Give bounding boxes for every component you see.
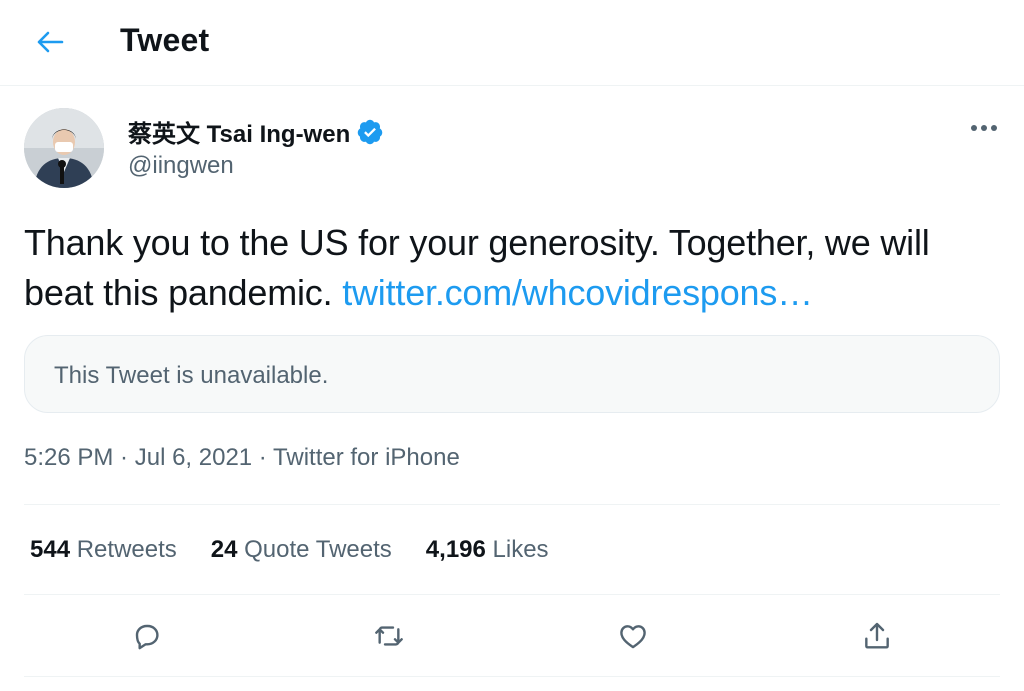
reply-button[interactable] [127, 616, 167, 656]
back-button[interactable] [30, 24, 70, 60]
quote-tweets-count: 24 [210, 536, 238, 563]
meta-separator: · [113, 444, 135, 471]
comment-icon [135, 624, 159, 650]
divider [24, 676, 1000, 677]
tweet-source[interactable]: Twitter for iPhone [273, 444, 460, 471]
quote-tweets-label: Quote Tweets [244, 536, 392, 563]
retweets-label: Retweets [76, 536, 177, 563]
like-button[interactable] [613, 616, 653, 656]
verified-badge-icon [357, 119, 383, 144]
engagement-stats: 544 Retweets 24 Quote Tweets 4,196 Likes [30, 536, 583, 564]
page-title: Tweet [120, 22, 210, 58]
tweet-time[interactable]: 5:26 PM [24, 444, 113, 471]
divider [24, 504, 1000, 505]
share-icon [865, 622, 889, 649]
likes-stat[interactable]: 4,196 Likes [426, 536, 549, 564]
tweet-metadata: 5:26 PM · Jul 6, 2021 · Twitter for iPho… [24, 444, 460, 472]
retweets-count: 544 [30, 536, 71, 563]
arrow-left-icon [37, 31, 64, 53]
retweet-icon [375, 626, 403, 646]
likes-count: 4,196 [425, 536, 486, 563]
tweet-date[interactable]: Jul 6, 2021 [135, 444, 252, 471]
author-name-label: 蔡英文 Tsai Ing-wen [128, 121, 351, 148]
more-options-button[interactable] [964, 112, 1004, 144]
quoted-tweet-card[interactable]: This Tweet is unavailable. [24, 335, 1000, 413]
retweets-stat[interactable]: 544 Retweets [30, 536, 177, 564]
meta-separator: · [252, 444, 274, 471]
tweet-text: Thank you to the US for your generosity.… [24, 218, 1004, 318]
divider [24, 594, 1000, 595]
tweet-actions [24, 616, 1000, 656]
quoted-tweet-unavailable-text: This Tweet is unavailable. [54, 362, 329, 389]
heart-icon [620, 625, 646, 649]
tweet-link[interactable]: twitter.com/whcovidrespons… [342, 272, 813, 313]
retweet-button[interactable] [369, 616, 409, 656]
likes-label: Likes [492, 536, 549, 563]
profile-photo-icon [24, 108, 104, 188]
avatar[interactable] [24, 108, 104, 188]
share-button[interactable] [857, 616, 897, 656]
more-horizontal-icon [971, 125, 997, 131]
quote-tweets-stat[interactable]: 24 Quote Tweets [211, 536, 392, 564]
author-name[interactable]: 蔡英文 Tsai Ing-wen [128, 114, 384, 149]
author-handle[interactable]: @iingwen [128, 152, 234, 180]
top-bar: Tweet [0, 0, 1024, 86]
